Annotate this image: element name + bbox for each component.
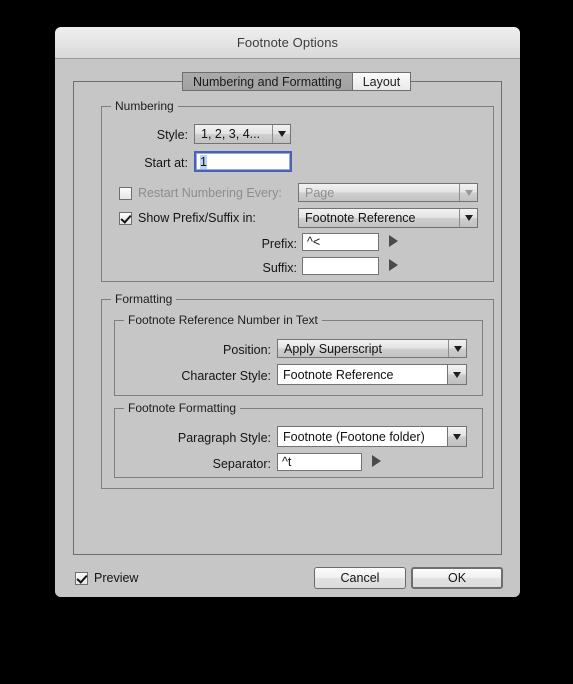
dialog-title: Footnote Options: [236, 35, 339, 50]
position-dropdown[interactable]: Apply Superscript: [277, 339, 467, 358]
cancel-button[interactable]: Cancel: [314, 567, 406, 589]
dialog-titlebar[interactable]: Footnote Options: [55, 27, 520, 59]
style-dropdown[interactable]: 1, 2, 3, 4...: [194, 124, 291, 144]
reference-number-group: Footnote Reference Number in Text Positi…: [114, 314, 483, 396]
paragraph-style-label: Paragraph Style:: [177, 431, 271, 445]
suffix-label: Suffix:: [262, 261, 297, 275]
position-value: Apply Superscript: [284, 341, 382, 356]
numbering-group-title: Numbering: [111, 100, 178, 112]
footnote-formatting-group: Footnote Formatting Paragraph Style: Foo…: [114, 402, 483, 478]
style-dropdown-value: 1, 2, 3, 4...: [201, 127, 261, 141]
footnote-options-dialog: Footnote Options Numbering and Formattin…: [55, 27, 520, 597]
restart-numbering-value: Page: [305, 185, 335, 200]
preview-checkbox[interactable]: [75, 571, 88, 585]
chevron-down-icon: [448, 340, 466, 357]
prefix-input[interactable]: ^<: [302, 233, 379, 251]
character-style-dropdown[interactable]: Footnote Reference: [277, 364, 467, 385]
show-prefix-suffix-value: Footnote Reference: [305, 211, 416, 225]
show-prefix-suffix-label: Show Prefix/Suffix in:: [138, 211, 256, 225]
paragraph-style-dropdown[interactable]: Footnote (Footone folder): [277, 426, 467, 447]
separator-value: ^t: [282, 455, 292, 469]
separator-input[interactable]: ^t: [277, 453, 362, 471]
preview-checkbox-row[interactable]: Preview: [75, 571, 138, 585]
prefix-label: Prefix:: [261, 237, 297, 251]
numbering-group: Numbering Style: 1, 2, 3, 4... Start at:…: [101, 100, 494, 282]
paragraph-style-value: Footnote (Footone folder): [283, 429, 425, 444]
tab-layout[interactable]: Layout: [352, 72, 412, 91]
formatting-group: Formatting Footnote Reference Number in …: [101, 293, 494, 489]
restart-numbering-label: Restart Numbering Every:: [138, 186, 282, 200]
style-label: Style:: [156, 128, 188, 142]
character-style-value: Footnote Reference: [283, 367, 394, 382]
tab-numbering-and-formatting[interactable]: Numbering and Formatting: [182, 72, 353, 91]
prefix-insert-menu-icon[interactable]: [389, 235, 398, 247]
separator-label: Separator:: [212, 457, 271, 471]
chevron-down-icon: [447, 427, 466, 446]
chevron-down-icon: [459, 184, 477, 201]
dialog-body: Numbering and Formatting Layout Numberin…: [55, 59, 520, 597]
preview-label: Preview: [94, 571, 139, 585]
restart-numbering-dropdown[interactable]: Page: [298, 183, 478, 202]
show-prefix-suffix-checkbox-row[interactable]: Show Prefix/Suffix in:: [119, 211, 256, 225]
character-style-label: Character Style:: [181, 369, 271, 383]
show-prefix-suffix-checkbox[interactable]: [119, 211, 132, 225]
suffix-insert-menu-icon[interactable]: [389, 259, 398, 271]
formatting-group-title: Formatting: [111, 293, 177, 305]
tab-strip: Numbering and Formatting Layout: [182, 72, 412, 91]
tab-panel: Numbering Style: 1, 2, 3, 4... Start at:…: [73, 81, 502, 555]
chevron-down-icon: [447, 365, 466, 384]
chevron-down-icon: [459, 209, 477, 227]
ok-button-label: OK: [447, 571, 467, 585]
reference-number-group-title: Footnote Reference Number in Text: [124, 314, 322, 326]
show-prefix-suffix-dropdown[interactable]: Footnote Reference: [298, 208, 478, 228]
separator-insert-menu-icon[interactable]: [372, 455, 381, 467]
restart-numbering-checkbox-row[interactable]: Restart Numbering Every:: [119, 186, 282, 200]
start-at-input[interactable]: 1: [194, 151, 292, 172]
suffix-input[interactable]: [302, 257, 379, 275]
start-at-value: 1: [200, 154, 207, 169]
footnote-formatting-group-title: Footnote Formatting: [124, 402, 241, 414]
cancel-button-label: Cancel: [340, 571, 380, 585]
start-at-label: Start at:: [144, 156, 188, 170]
ok-button[interactable]: OK: [411, 567, 503, 589]
chevron-down-icon: [272, 125, 290, 143]
position-label: Position:: [223, 343, 271, 357]
prefix-value: ^<: [307, 235, 321, 249]
restart-numbering-checkbox[interactable]: [119, 186, 132, 200]
